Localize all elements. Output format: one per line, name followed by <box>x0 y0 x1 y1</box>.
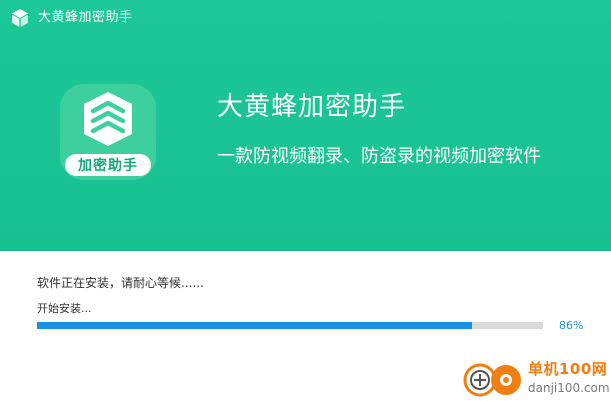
cube-icon <box>12 9 28 27</box>
progress-fill <box>37 322 473 329</box>
title-bar[interactable]: 大黄蜂加密助手 <box>0 0 611 36</box>
install-step: 开始安装... <box>37 302 92 315</box>
progress-bar <box>37 322 543 329</box>
logo-label: 加密助手 <box>65 154 151 176</box>
installer-header: 大黄蜂加密助手 加密助手 大黄蜂加密助手 一款防视频翻录、防盗录的视频加密软件 <box>0 0 611 251</box>
watermark-site-name: 单机100网 <box>528 360 608 378</box>
progress-percent: 86% <box>559 319 584 332</box>
install-status: 软件正在安装，请耐心等候...... <box>37 276 204 290</box>
watermark-url: danji100.com <box>528 381 610 395</box>
watermark: 单机100网 danji100.com <box>462 360 610 400</box>
shield-layers-icon <box>84 92 132 146</box>
app-logo: 加密助手 <box>60 84 156 180</box>
window-title: 大黄蜂加密助手 <box>38 10 133 25</box>
watermark-logo-icon <box>463 363 521 397</box>
product-name: 大黄蜂加密助手 <box>217 92 407 122</box>
product-tagline: 一款防视频翻录、防盗录的视频加密软件 <box>217 146 541 167</box>
